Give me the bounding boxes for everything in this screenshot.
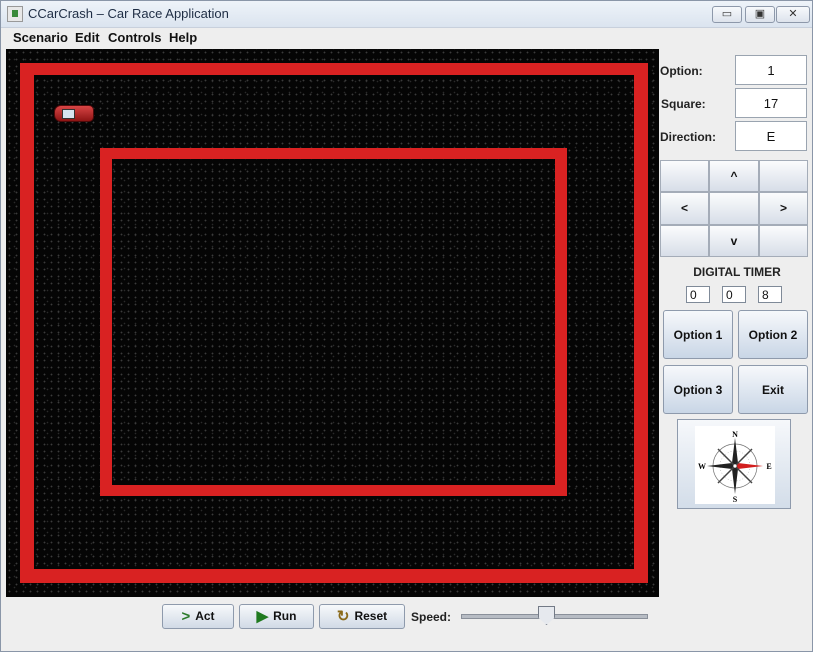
direction-pad: ^ < > v	[660, 160, 810, 258]
timer-field-2[interactable]: 0	[722, 286, 746, 303]
act-label: Act	[195, 609, 215, 623]
pad-empty-bottom-right[interactable]	[759, 225, 808, 257]
right-button[interactable]: >	[759, 192, 808, 225]
run-label: Run	[273, 609, 297, 623]
title-bar[interactable]: CCarCrash – Car Race Application ▭ ▣ ✕	[1, 1, 812, 28]
app-window: CCarCrash – Car Race Application ▭ ▣ ✕ S…	[0, 0, 813, 652]
option1-button[interactable]: Option 1	[663, 310, 733, 359]
app-icon	[7, 6, 23, 22]
inner-track	[100, 148, 567, 496]
up-button[interactable]: ^	[709, 160, 759, 192]
square-field[interactable]: 17	[735, 88, 807, 118]
option-field[interactable]: 1	[735, 55, 807, 85]
reset-label: Reset	[354, 609, 388, 623]
race-car[interactable]	[54, 105, 94, 122]
close-button[interactable]: ✕	[776, 6, 810, 23]
pad-empty-top-right[interactable]	[759, 160, 808, 192]
down-button[interactable]: v	[709, 225, 759, 257]
car-window	[62, 109, 75, 119]
menu-scenario[interactable]: Scenario	[13, 30, 68, 45]
reset-button[interactable]: ↻ Reset	[319, 604, 405, 629]
race-world[interactable]	[6, 49, 659, 597]
option2-button[interactable]: Option 2	[738, 310, 808, 359]
compass-image: N S E W	[695, 426, 775, 504]
compass-rose-icon: N S E W	[698, 430, 772, 504]
run-button[interactable]: ▶ Run	[239, 604, 314, 629]
window-title: CCarCrash – Car Race Application	[28, 6, 229, 21]
compass-button[interactable]: N S E W	[677, 419, 791, 509]
act-button[interactable]: > Act	[162, 604, 234, 629]
option-label: Option:	[660, 64, 703, 78]
menu-edit[interactable]: Edit	[75, 30, 100, 45]
compass-west: W	[698, 462, 706, 471]
square-label: Square:	[661, 97, 706, 111]
speed-slider-thumb[interactable]	[538, 606, 555, 625]
maximize-button[interactable]: ▣	[745, 6, 775, 23]
pad-empty-center[interactable]	[709, 192, 759, 225]
direction-field[interactable]: E	[735, 121, 807, 151]
act-arrow-icon: >	[181, 608, 191, 625]
reset-refresh-icon: ↻	[336, 608, 350, 625]
pad-empty-top-left[interactable]	[660, 160, 709, 192]
left-button[interactable]: <	[660, 192, 709, 225]
timer-field-1[interactable]: 0	[686, 286, 710, 303]
menu-help[interactable]: Help	[169, 30, 197, 45]
digital-timer-label: DIGITAL TIMER	[693, 265, 781, 279]
compass-south: S	[733, 495, 738, 504]
pad-empty-bottom-left[interactable]	[660, 225, 709, 257]
compass-north: N	[732, 430, 738, 439]
option3-button[interactable]: Option 3	[663, 365, 733, 414]
menu-bar: Scenario Edit Controls Help	[1, 28, 812, 48]
menu-controls[interactable]: Controls	[108, 30, 161, 45]
minimize-button[interactable]: ▭	[712, 6, 742, 23]
run-play-icon: ▶	[256, 608, 269, 625]
direction-label: Direction:	[660, 130, 717, 144]
speed-label: Speed:	[411, 610, 452, 624]
compass-east: E	[766, 462, 771, 471]
timer-field-3[interactable]: 8	[758, 286, 782, 303]
exit-button[interactable]: Exit	[738, 365, 808, 414]
